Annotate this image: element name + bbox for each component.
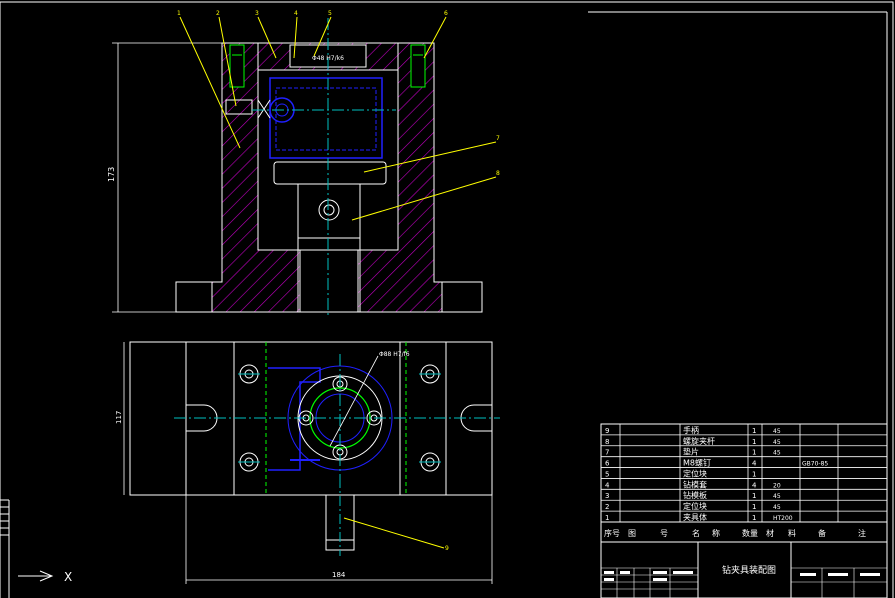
title-block[interactable]: 9 手柄 1 45 8 螺旋夹杆 1 45 7 垫片 1 45 6 M8螺钉 4 GB70-85 5 定位块 1 4 钻… — [600, 423, 888, 598]
ucs-x-label: X — [64, 570, 72, 584]
bom-row-material: 45 — [773, 450, 781, 457]
bom-row-name: M8螺钉 — [683, 458, 711, 468]
bom-header-cell: 序号 — [604, 528, 620, 538]
bom-row-no: 7 — [605, 449, 609, 457]
bom-header-cell: 称 — [712, 528, 720, 538]
bom-grid — [600, 424, 888, 522]
ucs-axis-icon: X — [18, 570, 72, 584]
bom-row-qty: 1 — [752, 492, 756, 500]
top-note-leader — [329, 355, 379, 447]
bom-row-material: 45 — [773, 428, 781, 435]
bom-row-name: 夹具体 — [683, 512, 707, 522]
bom-row-qty: 1 — [752, 438, 756, 446]
bom-row-qty: 1 — [752, 470, 756, 478]
balloon-7: 7 — [496, 135, 500, 142]
balloon-9: 9 — [445, 545, 449, 552]
leader-9 — [343, 517, 445, 549]
bom-row-qty: 1 — [752, 514, 756, 522]
bom-header-cell: 注 — [858, 528, 866, 538]
base-foot-right — [441, 281, 483, 313]
balloon-1: 1 — [177, 10, 181, 17]
bom-row-name: 钻模板 — [683, 490, 707, 500]
bom-row-no: 9 — [605, 427, 609, 435]
front-dim-value: 173 — [107, 167, 116, 182]
left-margin-ticks — [0, 499, 9, 536]
top-fit-note: Φ88 H7/f6 — [379, 351, 410, 358]
balloon-5: 5 — [328, 10, 332, 17]
drawing-title: 钻夹具装配图 — [722, 564, 776, 576]
balloon-4: 4 — [294, 10, 298, 17]
bom-rows: 9 手柄 1 45 8 螺旋夹杆 1 45 7 垫片 1 45 6 M8螺钉 4 GB70-85 5 定位块 1 4 钻… — [605, 425, 828, 522]
balloon-6: 6 — [444, 10, 448, 17]
title-subgrid-right — [791, 567, 887, 598]
bom-row-no: 8 — [605, 438, 609, 446]
bom-row-name: 定位块 — [683, 501, 707, 511]
balloon-8: 8 — [496, 170, 500, 177]
top-workpiece-blue — [268, 367, 321, 471]
bom-header-cell: 备 — [818, 528, 826, 538]
balloon-3: 3 — [255, 10, 259, 17]
screw-right — [410, 44, 426, 88]
cad-drawing-canvas[interactable]: Φ48 H7/k6 173 1 2 3 4 5 6 7 8 9 Φ88 H7/f… — [0, 0, 895, 598]
balloon-2: 2 — [216, 10, 220, 17]
bom-row-no: 5 — [605, 470, 609, 478]
bom-row-material: 45 — [773, 439, 781, 446]
bom-header-cell: 号 — [660, 529, 668, 538]
bom-row-name: 钻模套 — [683, 479, 707, 489]
base-foot-left — [175, 281, 213, 313]
front-section-view[interactable]: Φ48 H7/k6 173 — [107, 18, 483, 316]
bom-row-name: 垫片 — [683, 447, 699, 457]
bom-row-material: 45 — [773, 504, 781, 511]
bom-row-qty: 1 — [752, 503, 756, 511]
bom-header: 序号图 号 名 称 数量材 料 备 注 — [604, 528, 866, 538]
bom-row-no: 2 — [605, 503, 609, 511]
screw-left — [229, 44, 245, 88]
bom-row-qty: 4 — [752, 460, 757, 468]
bom-row-name: 螺旋夹杆 — [683, 436, 715, 446]
bom-header-cell: 材 — [766, 528, 774, 538]
bom-row-no: 6 — [605, 460, 610, 468]
drawing-border — [0, 1, 894, 598]
bom-row-no: 3 — [605, 492, 609, 500]
bom-row-material: HT200 — [773, 515, 793, 522]
bom-header-cell: 名 — [692, 528, 700, 538]
bom-row-qty: 4 — [752, 481, 757, 489]
bom-frame — [600, 423, 888, 523]
bom-row-name: 定位块 — [683, 468, 707, 478]
bom-header-cell: 数量 — [742, 528, 758, 538]
bom-row-name: 手柄 — [683, 425, 699, 435]
bom-row-no: 4 — [605, 481, 610, 489]
front-fit-note: Φ48 H7/k6 — [312, 55, 344, 62]
bom-row-no: 1 — [605, 514, 609, 522]
bom-row-material: 45 — [773, 493, 781, 500]
bom-row-qty: 1 — [752, 427, 756, 435]
bom-header-cell: 图 — [628, 529, 636, 538]
bom-row-material: 20 — [773, 482, 781, 489]
top-dim-height-value: 117 — [115, 411, 123, 424]
bom-row-note: GB70-85 — [802, 461, 828, 468]
top-dim-width-value: 184 — [332, 571, 346, 579]
title-subgrid-left — [601, 567, 698, 598]
top-plan-view[interactable]: Φ88 H7/f6 184 117 — [115, 341, 500, 584]
bom-header-cell: 料 — [788, 528, 796, 538]
bom-row-qty: 1 — [752, 449, 756, 457]
